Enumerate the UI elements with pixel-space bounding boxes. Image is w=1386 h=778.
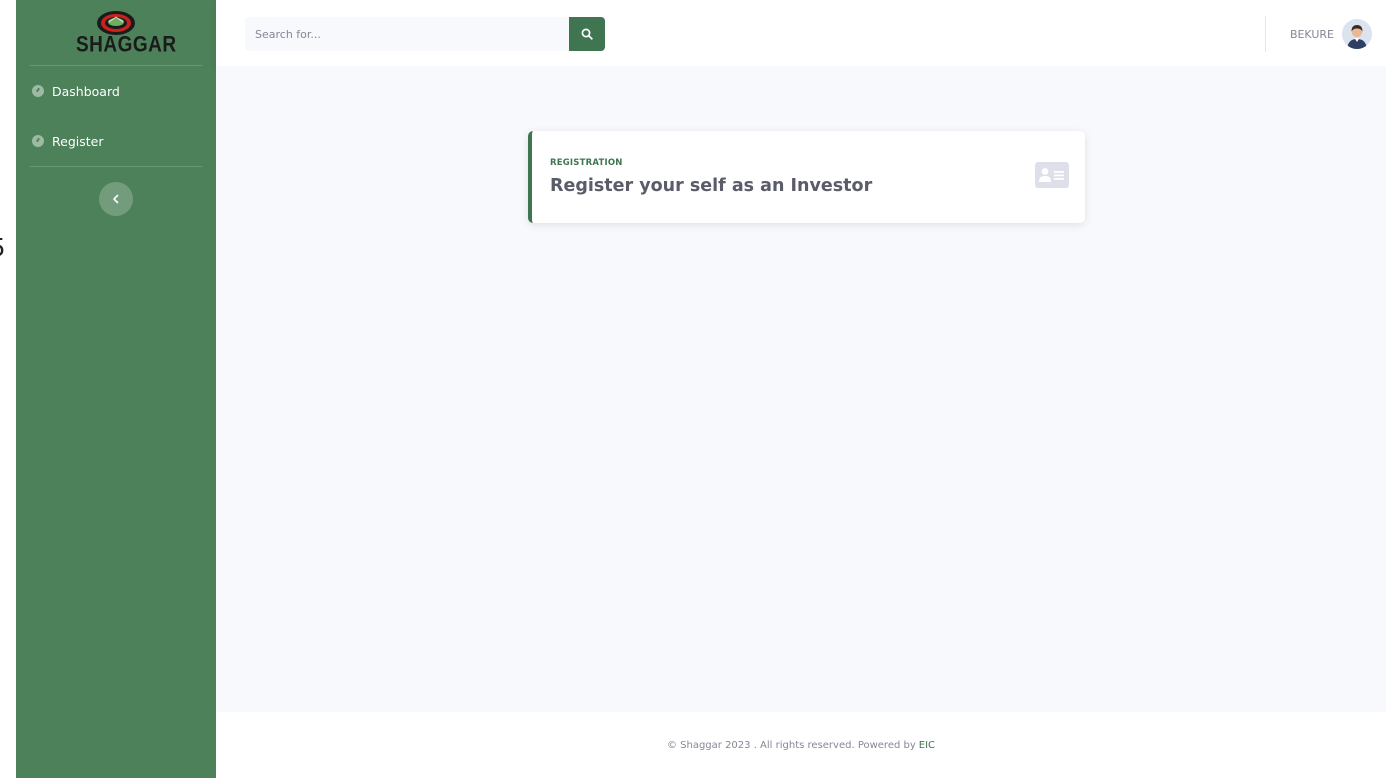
card-title: Register your self as an Investor [550,176,873,196]
footer-copyright: © Shaggar 2023 . All rights reserved. Po… [666,739,916,751]
stray-glyph: 5 [0,232,6,262]
brand-logo: SHAGGAR [76,5,177,61]
chevron-left-icon [113,194,119,204]
id-card-icon [1035,162,1069,192]
sidebar-item-label: Dashboard [52,83,120,99]
sidebar-divider [30,166,202,167]
main-content: REGISTRATION Register your self as an In… [216,66,1386,712]
brand-name: SHAGGAR [76,32,177,57]
sidebar-item-register[interactable]: Register [16,116,216,166]
user-menu[interactable]: BEKURE [1290,18,1372,50]
search-input[interactable] [245,17,569,51]
tachometer-icon [32,135,44,147]
avatar [1342,19,1372,49]
user-name: BEKURE [1289,27,1334,41]
tachometer-icon [32,85,44,97]
search-form [245,17,605,51]
search-icon [581,28,593,40]
user-avatar-icon [1342,19,1372,49]
topbar: BEKURE [216,0,1386,66]
sidebar: SHAGGAR Dashboard Register [16,0,216,778]
card-label: REGISTRATION [550,158,623,168]
sidebar-brand[interactable]: SHAGGAR [30,0,202,66]
footer-link-eic[interactable]: EIC [919,740,935,751]
registration-card[interactable]: REGISTRATION Register your self as an In… [528,131,1085,223]
sidebar-item-dashboard[interactable]: Dashboard [16,66,216,116]
footer: © Shaggar 2023 . All rights reserved. Po… [216,712,1386,778]
sidebar-item-label: Register [52,133,104,149]
search-button[interactable] [569,17,605,51]
sidebar-toggle-button[interactable] [99,182,133,216]
topbar-divider [1265,16,1266,52]
